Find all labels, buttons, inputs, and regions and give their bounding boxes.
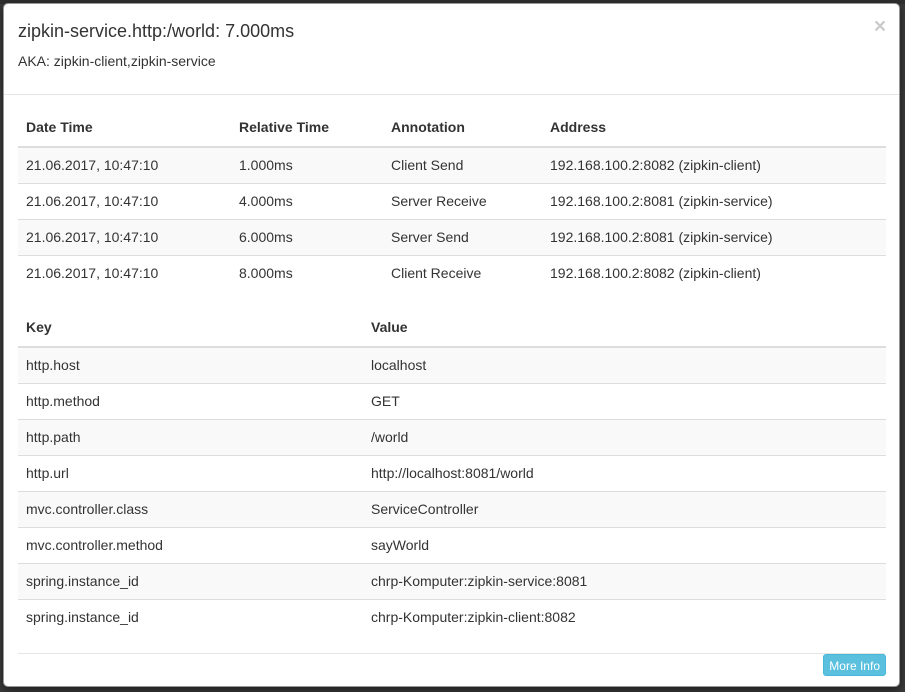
tag-row: mvc.controller.method sayWorld [18, 526, 886, 563]
annotation-date-time: 21.06.2017, 10:47:10 [18, 182, 231, 219]
annotation-value: Client Receive [383, 254, 542, 291]
tag-row: spring.instance_id chrp-Komputer:zipkin-… [18, 562, 886, 599]
tag-value: chrp-Komputer:zipkin-service:8081 [363, 562, 886, 599]
tag-value: chrp-Komputer:zipkin-client:8082 [363, 598, 886, 635]
tag-key: http.host [18, 347, 363, 383]
modal-footer-divider [18, 653, 885, 654]
tag-row: http.url http://localhost:8081/world [18, 454, 886, 491]
tag-key: mvc.controller.class [18, 490, 363, 527]
annotation-address: 192.168.100.2:8082 (zipkin-client) [542, 147, 886, 183]
service-aka-label: AKA: zipkin-client,zipkin-service [18, 53, 216, 69]
column-header-address: Address [542, 107, 886, 148]
annotation-relative-time: 1.000ms [231, 147, 383, 183]
more-info-button[interactable]: More Info [823, 654, 886, 676]
tag-row: http.path /world [18, 418, 886, 455]
annotation-address: 192.168.100.2:8081 (zipkin-service) [542, 218, 886, 255]
annotation-relative-time: 6.000ms [231, 218, 383, 255]
tag-key: http.url [18, 454, 363, 491]
annotation-row: 21.06.2017, 10:47:10 6.000ms Server Send… [18, 218, 886, 255]
tag-key: spring.instance_id [18, 598, 363, 635]
column-header-date-time: Date Time [18, 107, 231, 148]
tag-row: mvc.controller.class ServiceController [18, 490, 886, 527]
column-header-relative-time: Relative Time [231, 107, 383, 148]
tag-key: mvc.controller.method [18, 526, 363, 563]
tag-value: localhost [363, 347, 886, 383]
tags-table: Key Value http.host localhost http.metho… [18, 307, 886, 635]
tag-row: spring.instance_id chrp-Komputer:zipkin-… [18, 598, 886, 635]
column-header-key: Key [18, 307, 363, 348]
modal-header: zipkin-service.http:/world: 7.000ms AKA:… [4, 4, 899, 95]
tag-value: GET [363, 382, 886, 419]
tag-value: http://localhost:8081/world [363, 454, 886, 491]
annotation-date-time: 21.06.2017, 10:47:10 [18, 254, 231, 291]
tag-value: ServiceController [363, 490, 886, 527]
annotations-header-row: Date Time Relative Time Annotation Addre… [18, 107, 886, 148]
annotation-address: 192.168.100.2:8082 (zipkin-client) [542, 254, 886, 291]
column-header-value: Value [363, 307, 886, 348]
tag-key: http.path [18, 418, 363, 455]
tag-row: http.method GET [18, 382, 886, 419]
annotation-row: 21.06.2017, 10:47:10 8.000ms Client Rece… [18, 254, 886, 291]
tags-header-row: Key Value [18, 307, 886, 348]
annotation-value: Client Send [383, 147, 542, 183]
annotation-row: 21.06.2017, 10:47:10 4.000ms Server Rece… [18, 182, 886, 219]
annotation-value: Server Receive [383, 182, 542, 219]
annotations-table: Date Time Relative Time Annotation Addre… [18, 107, 886, 291]
annotation-address: 192.168.100.2:8081 (zipkin-service) [542, 182, 886, 219]
tag-key: http.method [18, 382, 363, 419]
annotation-relative-time: 4.000ms [231, 182, 383, 219]
span-detail-modal: zipkin-service.http:/world: 7.000ms AKA:… [3, 3, 900, 687]
tag-value: sayWorld [363, 526, 886, 563]
modal-title: zipkin-service.http:/world: 7.000ms [18, 21, 295, 41]
column-header-annotation: Annotation [383, 107, 542, 148]
annotation-relative-time: 8.000ms [231, 254, 383, 291]
annotation-row: 21.06.2017, 10:47:10 1.000ms Client Send… [18, 147, 886, 183]
tag-value: /world [363, 418, 886, 455]
annotation-date-time: 21.06.2017, 10:47:10 [18, 147, 231, 183]
close-icon[interactable]: × [872, 16, 888, 37]
annotation-value: Server Send [383, 218, 542, 255]
tag-key: spring.instance_id [18, 562, 363, 599]
tag-row: http.host localhost [18, 347, 886, 383]
annotation-date-time: 21.06.2017, 10:47:10 [18, 218, 231, 255]
